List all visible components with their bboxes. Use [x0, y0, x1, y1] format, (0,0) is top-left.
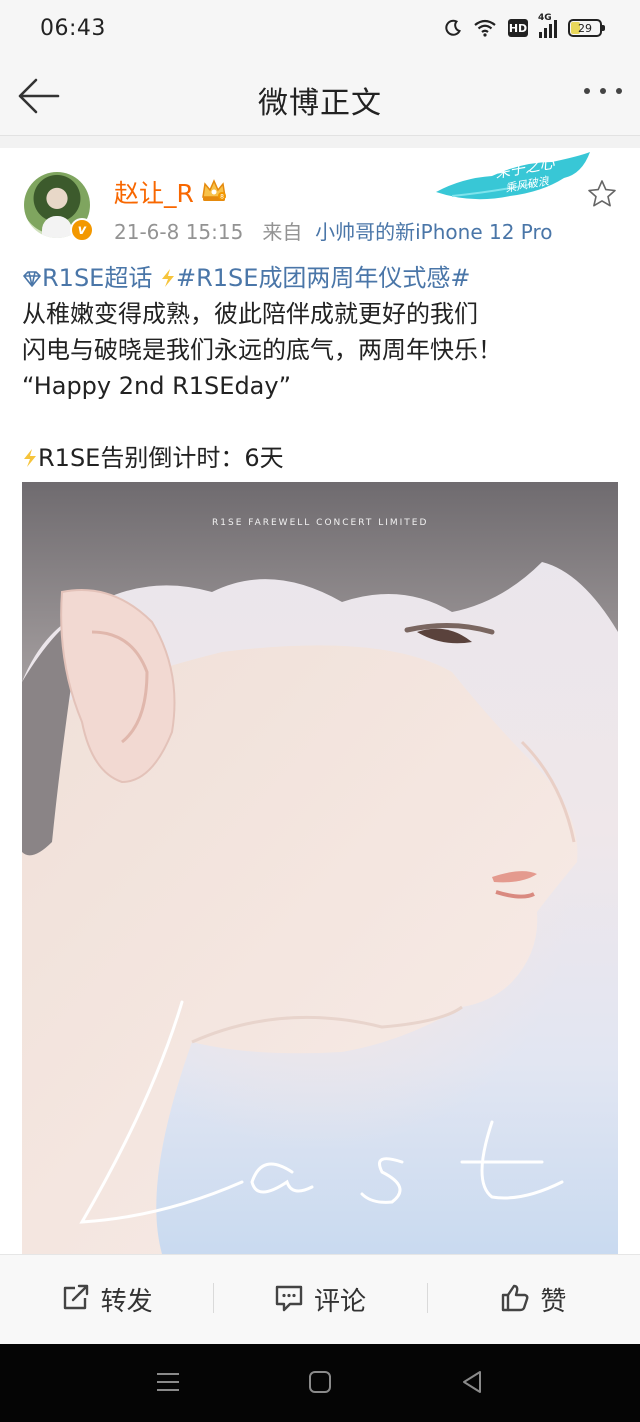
image-caption: R1SE FAREWELL CONCERT LIMITED: [212, 518, 429, 528]
author-name[interactable]: 赵让_R: [114, 174, 194, 210]
page-title: 微博正文: [258, 86, 382, 121]
author-row: 赵让_R 8: [114, 174, 228, 210]
repost-icon: [61, 1284, 91, 1316]
signal-4g-icon: 4G: [538, 13, 557, 38]
countdown-text: R1SE告别倒计时：6天: [38, 444, 284, 472]
like-button[interactable]: 赞: [426, 1281, 640, 1318]
post-card: v 赵让_R 8 21-6-8 15:15 来自 小帅哥的新iPhone 12 …: [0, 148, 640, 1254]
system-nav-bar: [0, 1344, 640, 1422]
post-line-countdown: R1SE告别倒计时：6天: [22, 440, 622, 476]
thumbs-up-icon: [500, 1283, 530, 1317]
decoration-card-icon: 茉子之心 乘风破浪: [432, 148, 594, 208]
post-date: 21-6-8 15:15: [114, 220, 244, 244]
more-dots-icon[interactable]: [584, 88, 622, 94]
menu-icon[interactable]: [156, 1370, 180, 1398]
portrait-photo: [22, 482, 618, 1254]
post-body: R1SE超话 #R1SE成团两周年仪式感# 从稚嫩变得成熟，彼此陪伴成就更好的我…: [22, 260, 622, 476]
post-line: “Happy 2nd R1SEday”: [22, 372, 292, 400]
wifi-icon: [473, 19, 497, 37]
lightning-icon: [22, 444, 38, 472]
battery-icon: 29: [568, 19, 605, 37]
supertopic-diamond-icon: [22, 264, 42, 292]
comment-button[interactable]: 评论: [213, 1281, 426, 1318]
repost-label: 转发: [100, 1287, 153, 1317]
vip-crown-icon: 8: [200, 177, 228, 207]
comment-icon: [274, 1284, 304, 1316]
supertopic-link[interactable]: R1SE超话: [42, 264, 152, 292]
repost-button[interactable]: 转发: [0, 1281, 213, 1318]
post-action-bar: 转发 评论 赞: [0, 1254, 640, 1344]
comment-label: 评论: [313, 1287, 366, 1317]
home-square-icon[interactable]: [308, 1370, 332, 1398]
back-triangle-icon[interactable]: [460, 1370, 484, 1398]
post-line: 从稚嫩变得成熟，彼此陪伴成就更好的我们: [22, 300, 478, 328]
favorite-star-icon[interactable]: [586, 178, 618, 210]
battery-level: 29: [578, 21, 592, 35]
verified-badge-icon: v: [70, 218, 94, 242]
post-line: 闪电与破晓是我们永远的底气，两周年快乐！: [22, 336, 502, 364]
lightning-icon: [160, 264, 176, 292]
from-label: 来自: [262, 220, 303, 244]
status-time: 06:43: [40, 15, 106, 41]
svg-text:8: 8: [220, 194, 224, 201]
status-bar: 06:43 HD 4G 29: [0, 0, 640, 56]
like-label: 赞: [540, 1287, 567, 1317]
hashtag-link[interactable]: #R1SE成团两周年仪式感#: [176, 264, 471, 292]
hd-icon: HD: [508, 19, 528, 37]
post-line-tags: R1SE超话 #R1SE成团两周年仪式感#: [22, 260, 622, 296]
moon-icon: [444, 19, 462, 37]
top-nav-bar: 微博正文: [0, 56, 640, 136]
post-source[interactable]: 小帅哥的新iPhone 12 Pro: [315, 220, 552, 244]
weibo-post-screen: 06:43 HD 4G 29 微博正文 v 赵让_R 8 21-6-8 15:1…: [0, 0, 640, 1422]
status-icons: HD 4G 29: [444, 13, 605, 38]
post-meta: 21-6-8 15:15 来自 小帅哥的新iPhone 12 Pro: [114, 216, 553, 245]
network-label: 4G: [538, 13, 552, 23]
post-photo[interactable]: R1SE FAREWELL CONCERT LIMITED: [22, 482, 618, 1254]
